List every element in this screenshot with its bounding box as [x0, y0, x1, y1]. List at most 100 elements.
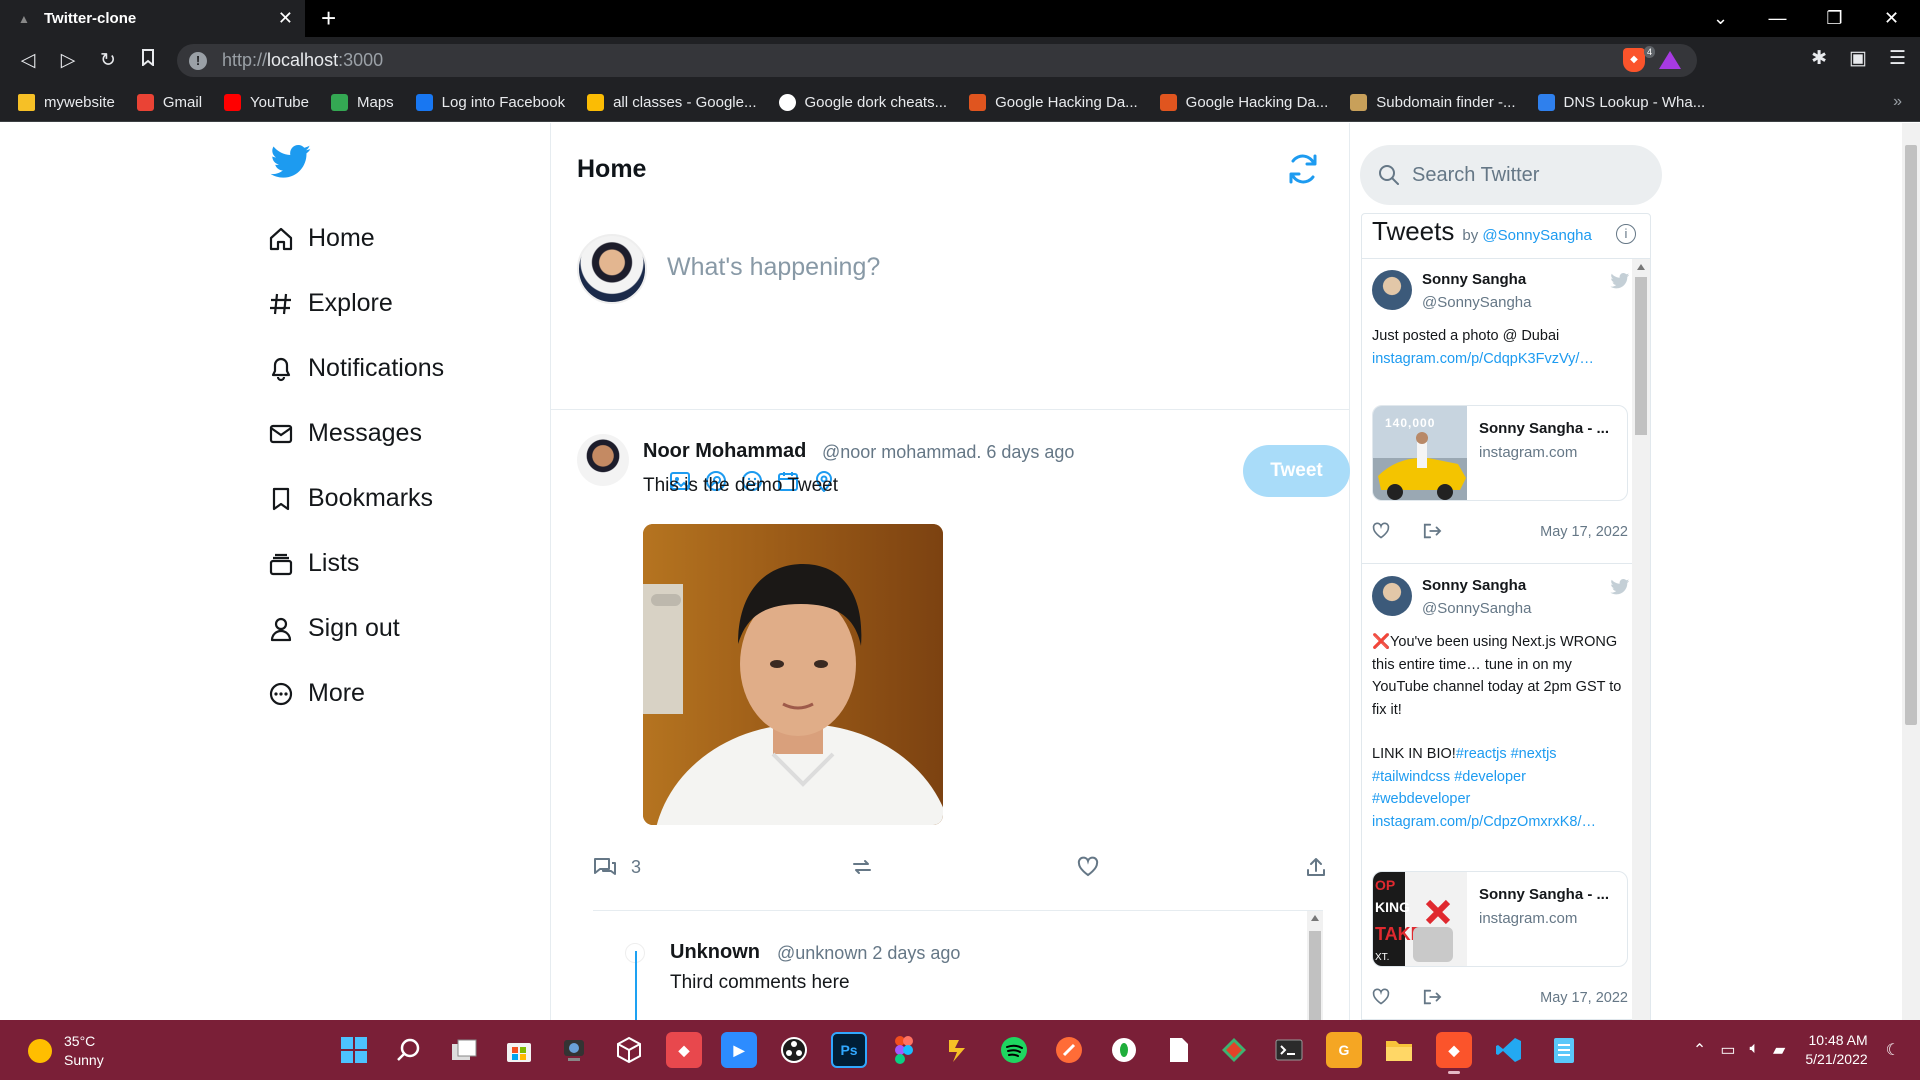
new-tab-button[interactable]: +: [321, 3, 336, 34]
reload-button[interactable]: ↻: [88, 49, 128, 72]
retweet-button[interactable]: [851, 856, 873, 878]
search-input[interactable]: Search Twitter: [1360, 145, 1662, 205]
comments-scrollbar[interactable]: [1307, 911, 1323, 1020]
tab-close-icon[interactable]: ✕: [278, 8, 293, 29]
battery-icon[interactable]: ▰: [1773, 1040, 1785, 1060]
scroll-up-icon[interactable]: [1637, 264, 1645, 270]
tweet-author-handle[interactable]: @SonnySangha: [1422, 600, 1531, 617]
page-scrollbar[interactable]: [1902, 123, 1920, 1020]
scrollbar-thumb[interactable]: [1635, 277, 1647, 435]
bookmark-item[interactable]: Gmail: [136, 94, 202, 111]
figma-icon[interactable]: [886, 1032, 922, 1068]
volume-icon[interactable]: 🔈︎: [1749, 1040, 1759, 1060]
task-view-icon[interactable]: [446, 1032, 482, 1068]
back-button[interactable]: ◁: [8, 49, 48, 72]
post-author-name[interactable]: Noor Mohammad: [643, 440, 806, 463]
address-bar[interactable]: ! http://localhost:3000 ◆ 4: [177, 44, 1697, 77]
comment-author-name[interactable]: Unknown: [670, 941, 760, 964]
notes-app-icon[interactable]: [1546, 1032, 1582, 1068]
network-icon[interactable]: ▭: [1720, 1040, 1735, 1060]
photoshop-icon[interactable]: Ps: [831, 1032, 867, 1068]
bookmarks-overflow-icon[interactable]: »: [1893, 93, 1902, 111]
share-button[interactable]: [1305, 856, 1327, 878]
avatar[interactable]: [1372, 270, 1412, 310]
timeline-scrollbar[interactable]: [1632, 259, 1650, 1020]
extensions-icon[interactable]: ✱: [1811, 47, 1827, 70]
tweet-link[interactable]: instagram.com/p/CdpzOmxrxK8/…: [1372, 811, 1628, 834]
app-orange-icon[interactable]: G: [1326, 1032, 1362, 1068]
bookmark-item[interactable]: YouTube: [224, 94, 309, 111]
sidebar-item-explore[interactable]: Explore: [268, 271, 548, 336]
postman-icon[interactable]: [1051, 1032, 1087, 1068]
tweet-button[interactable]: Tweet: [1243, 445, 1350, 497]
restore-button[interactable]: ❐: [1806, 8, 1863, 29]
terminal-icon[interactable]: [1271, 1032, 1307, 1068]
tab-search-icon[interactable]: ⌄: [1692, 8, 1749, 29]
sidebar-item-more[interactable]: More: [268, 661, 548, 726]
info-icon[interactable]: i: [1616, 224, 1636, 244]
bookmark-item[interactable]: Maps: [330, 94, 394, 111]
minimize-button[interactable]: —: [1749, 8, 1806, 29]
timeline-handle-link[interactable]: @SonnySangha: [1482, 227, 1591, 244]
brave-rewards-icon[interactable]: [1659, 51, 1681, 69]
anydesk-icon[interactable]: ◆: [666, 1032, 702, 1068]
post-image[interactable]: [643, 524, 943, 825]
sidebar-item-lists[interactable]: Lists: [268, 531, 548, 596]
whatsapp-icon[interactable]: [1106, 1032, 1142, 1068]
tweet-author-name[interactable]: Sonny Sangha: [1422, 271, 1526, 288]
file-explorer-icon[interactable]: [1381, 1032, 1417, 1068]
close-window-button[interactable]: ✕: [1863, 8, 1920, 29]
spotify-icon[interactable]: [996, 1032, 1032, 1068]
forward-button[interactable]: ▷: [48, 49, 88, 72]
scrollbar-thumb[interactable]: [1309, 931, 1321, 1020]
wallet-icon[interactable]: ▣: [1849, 47, 1867, 70]
share-icon[interactable]: [1422, 522, 1442, 540]
heart-icon[interactable]: [1372, 522, 1390, 540]
bookmark-item[interactable]: Google dork cheats...: [778, 94, 947, 111]
vscode-icon[interactable]: [1491, 1032, 1527, 1068]
link-card[interactable]: 140,000 Sonny Sangha - ... instagram.com: [1372, 405, 1628, 501]
bookmark-page-icon[interactable]: [128, 49, 168, 72]
bookmark-item[interactable]: Google Hacking Da...: [969, 94, 1138, 111]
system-clock[interactable]: 10:48 AM 5/21/2022: [1805, 1031, 1867, 1069]
refresh-icon[interactable]: [1285, 151, 1321, 187]
tweet-input[interactable]: What's happening?: [667, 253, 880, 282]
git-icon[interactable]: [1216, 1032, 1252, 1068]
heart-icon[interactable]: [1372, 988, 1390, 1006]
site-info-icon[interactable]: !: [189, 51, 207, 70]
tweet-author-handle[interactable]: @SonnySangha: [1422, 294, 1531, 311]
notepad-icon[interactable]: [1161, 1032, 1197, 1068]
sidebar-item-sign-out[interactable]: Sign out: [268, 596, 548, 661]
app-yellow-icon[interactable]: [941, 1032, 977, 1068]
avatar[interactable]: [1372, 576, 1412, 616]
moon-icon[interactable]: ☾: [1886, 1040, 1900, 1060]
sidebar-item-home[interactable]: Home: [268, 206, 548, 271]
tweet-author-name[interactable]: Sonny Sangha: [1422, 577, 1526, 594]
scroll-up-icon[interactable]: [1311, 915, 1319, 921]
cube-app-icon[interactable]: [611, 1032, 647, 1068]
twitter-bird-icon[interactable]: [1610, 273, 1630, 289]
scrollbar-thumb[interactable]: [1905, 145, 1917, 725]
menu-icon[interactable]: ☰: [1889, 47, 1906, 70]
bookmark-item[interactable]: all classes - Google...: [587, 94, 757, 111]
obs-icon[interactable]: [776, 1032, 812, 1068]
weather-widget[interactable]: 35°C Sunny: [28, 1032, 104, 1070]
microsoft-store-icon[interactable]: [501, 1032, 537, 1068]
bookmark-item[interactable]: Subdomain finder -...: [1350, 94, 1516, 111]
bookmark-item[interactable]: DNS Lookup - Wha...: [1537, 94, 1705, 111]
twitter-bird-icon[interactable]: [1610, 579, 1630, 595]
bookmark-item[interactable]: Log into Facebook: [415, 94, 565, 111]
brave-browser-icon[interactable]: ◆: [1436, 1032, 1472, 1074]
sidebar-item-notifications[interactable]: Notifications: [268, 336, 548, 401]
search-icon[interactable]: [391, 1032, 427, 1068]
twitter-logo-icon[interactable]: [270, 145, 312, 179]
like-button[interactable]: [1077, 856, 1099, 878]
sidebar-item-bookmarks[interactable]: Bookmarks: [268, 466, 548, 531]
zoom-icon[interactable]: ▶: [721, 1032, 757, 1068]
bookmark-item[interactable]: mywebsite: [18, 94, 115, 111]
start-icon[interactable]: [336, 1032, 372, 1068]
bookmark-item[interactable]: Google Hacking Da...: [1159, 94, 1328, 111]
tweet-link[interactable]: instagram.com/p/CdqpK3FvzVy/…: [1372, 348, 1628, 371]
comment-button[interactable]: 3: [593, 856, 641, 878]
tweet-date[interactable]: May 17, 2022: [1540, 524, 1628, 540]
